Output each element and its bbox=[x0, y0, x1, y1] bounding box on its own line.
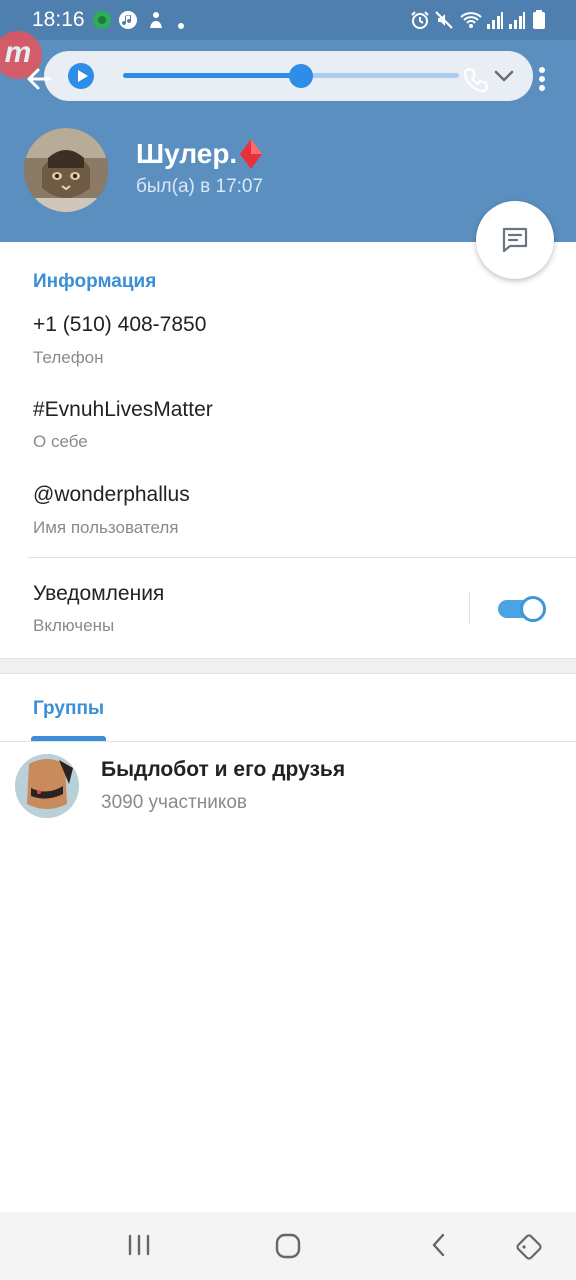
notifications-toggle[interactable] bbox=[498, 596, 546, 622]
phone-label: Телефон bbox=[33, 348, 104, 367]
app-notification-icon bbox=[92, 10, 112, 35]
profile-name: Шулер. bbox=[136, 138, 263, 170]
group-name: Быдлобот и его друзья bbox=[101, 758, 346, 781]
status-bar: 18:16 bbox=[0, 0, 576, 40]
phone-value[interactable]: +1 (510) 408-7850 bbox=[33, 313, 206, 337]
status-time: 18:16 bbox=[32, 8, 85, 31]
group-avatar bbox=[15, 754, 79, 818]
phone-call-icon[interactable] bbox=[462, 66, 490, 94]
mute-icon bbox=[434, 10, 454, 35]
diamond-icon bbox=[239, 138, 263, 170]
info-section-title: Информация bbox=[33, 271, 157, 292]
audio-seek-bar[interactable] bbox=[123, 64, 459, 88]
audio-seek-progress bbox=[123, 73, 302, 78]
signal-2-icon bbox=[508, 10, 526, 35]
system-nav-bar bbox=[0, 1212, 576, 1280]
username-value[interactable]: @wonderphallus bbox=[33, 483, 190, 507]
toggle-thumb bbox=[520, 596, 546, 622]
wifi-icon bbox=[460, 10, 482, 35]
profile-avatar[interactable] bbox=[24, 128, 108, 212]
message-icon bbox=[502, 227, 528, 253]
play-button[interactable] bbox=[68, 63, 94, 89]
rotate-screen-icon[interactable] bbox=[514, 1232, 544, 1267]
alarm-icon bbox=[410, 10, 430, 35]
last-seen-status: был(а) в 17:07 bbox=[136, 176, 264, 197]
dot-icon bbox=[178, 16, 184, 34]
person-icon bbox=[146, 10, 166, 35]
tab-groups[interactable]: Группы bbox=[33, 698, 104, 720]
divider bbox=[28, 557, 576, 558]
notifications-status: Включены bbox=[33, 616, 115, 635]
send-message-button[interactable] bbox=[476, 201, 554, 279]
recent-apps-icon[interactable] bbox=[126, 1232, 152, 1263]
back-nav-icon[interactable] bbox=[428, 1232, 450, 1263]
battery-icon bbox=[532, 10, 546, 35]
bio-label: О себе bbox=[33, 432, 88, 451]
music-icon bbox=[118, 10, 138, 35]
profile-name-text: Шулер. bbox=[136, 138, 238, 169]
more-options-icon[interactable] bbox=[536, 66, 548, 94]
chevron-down-icon[interactable] bbox=[492, 66, 516, 86]
vertical-separator bbox=[469, 592, 470, 624]
audio-seek-thumb[interactable] bbox=[289, 64, 314, 88]
tab-divider bbox=[0, 741, 576, 742]
group-member-count: 3090 участников bbox=[101, 792, 248, 813]
signal-icon bbox=[486, 10, 504, 35]
notifications-title[interactable]: Уведомления bbox=[33, 582, 164, 606]
back-arrow-icon[interactable] bbox=[24, 64, 54, 94]
section-separator bbox=[0, 658, 576, 674]
username-label: Имя пользователя bbox=[33, 518, 179, 537]
home-icon[interactable] bbox=[274, 1232, 302, 1265]
bio-value[interactable]: #EvnuhLivesMatter bbox=[33, 398, 213, 422]
